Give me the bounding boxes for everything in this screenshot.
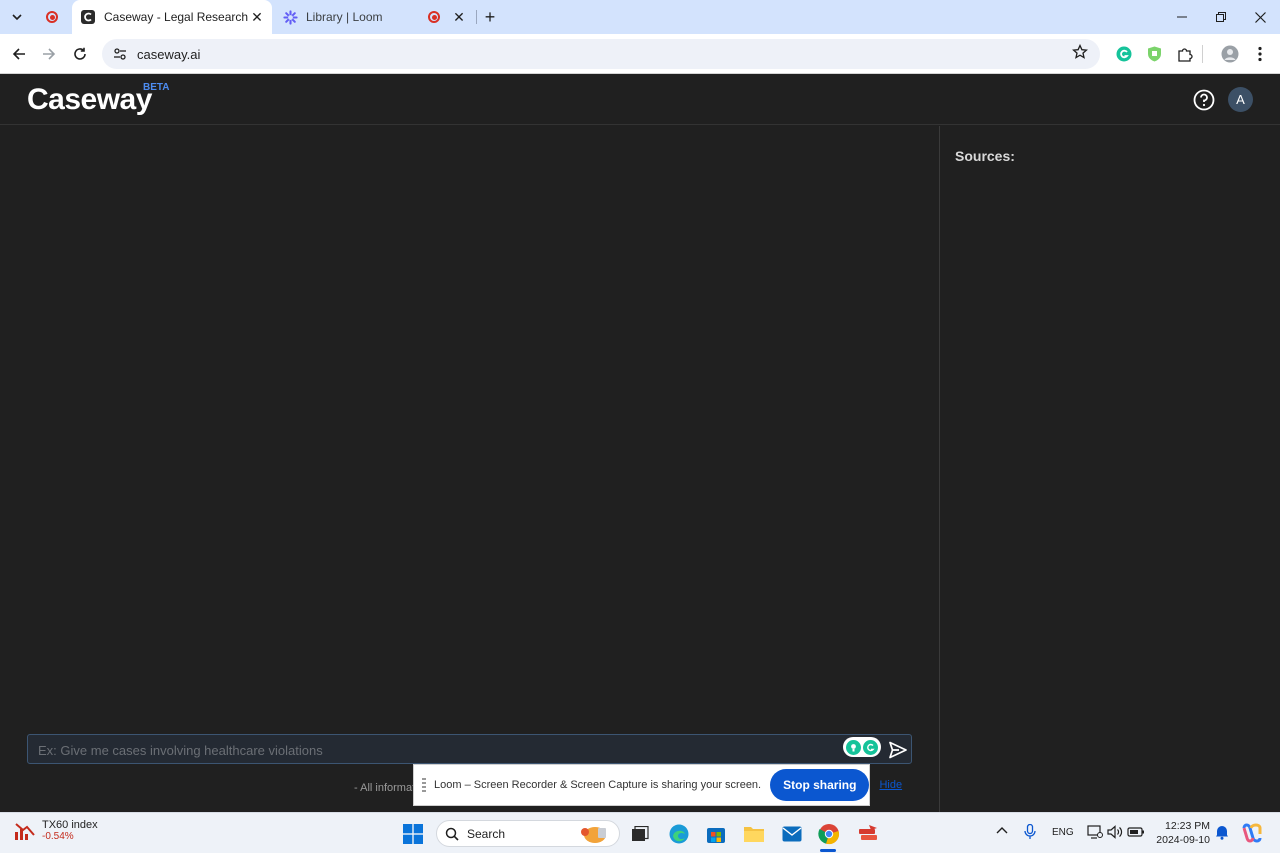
clock-date: 2024-09-10 [1156,834,1210,846]
grammarly-extension-icon[interactable] [1113,43,1135,65]
beta-badge: BETA [143,82,170,93]
volume-icon[interactable] [1107,824,1123,843]
task-view-icon[interactable] [628,822,652,846]
search-label: Search [467,826,506,841]
stock-widget[interactable]: TX60 index -0.54% [14,819,98,842]
site-info-icon[interactable] [106,47,134,61]
search-highlight-icon [581,826,606,843]
toolbar-separator [1202,45,1203,63]
chrome-icon[interactable] [817,822,841,846]
microsoft-store-icon[interactable] [704,822,728,846]
stop-sharing-button[interactable]: Stop sharing [770,769,870,801]
profile-avatar-icon[interactable] [1219,43,1241,65]
grammarly-widget[interactable] [843,737,881,757]
mail-icon[interactable] [780,822,804,846]
new-tab-button[interactable]: + [480,7,500,27]
close-window-button[interactable] [1240,0,1280,34]
chat-area: - All informat [0,126,939,812]
send-icon [889,741,907,759]
tab-loom-library[interactable]: Library | Loom ✕ [274,0,474,34]
help-icon[interactable] [1193,89,1215,111]
recording-icon [46,11,58,23]
arrow-left-icon [12,48,25,60]
notification-bell-icon[interactable] [1215,824,1229,843]
active-app-indicator [820,849,836,852]
user-avatar[interactable]: A [1228,87,1253,112]
minimize-icon [1177,16,1187,18]
show-hidden-icons-button[interactable] [996,825,1008,838]
edge-browser-icon[interactable] [667,822,691,846]
start-button[interactable] [401,822,425,846]
widget-title: TX60 index [42,819,98,831]
microphone-icon[interactable] [1024,823,1036,843]
app-header: Caseway BETA A [0,75,1280,125]
clock-time: 12:23 PM [1165,820,1210,832]
battery-icon[interactable] [1127,824,1145,843]
reload-icon [74,47,86,60]
network-icon[interactable] [1087,824,1103,843]
send-button[interactable] [888,740,908,760]
sources-panel: Sources: [939,126,1280,812]
arrow-right-icon [43,48,56,60]
widget-change: -0.54% [42,831,74,842]
recording-icon [428,11,440,23]
browser-toolbar: caseway.ai [0,34,1280,74]
query-box [27,734,912,764]
caseway-logo[interactable]: Caseway [27,83,152,117]
back-button[interactable] [7,42,31,66]
tab-title: Caseway - Legal Research AI [104,10,248,24]
close-tab-icon[interactable]: ✕ [450,8,468,26]
tab-search-button[interactable] [6,6,28,28]
reload-button[interactable] [68,42,92,66]
caseway-favicon-icon [80,9,96,25]
taskbar-search[interactable]: Search [436,820,620,847]
system-clock[interactable]: 12:23 PM 2024-09-10 [1152,819,1210,847]
loom-sharing-bar: Loom – Screen Recorder & Screen Capture … [413,764,902,806]
shield-extension-icon[interactable] [1143,43,1165,65]
taskbar: TX60 index -0.54% Search ENG 12:23 PM 20… [0,812,1280,853]
sources-title: Sources: [955,148,1015,164]
disclaimer-text: - All informat [354,782,416,794]
loom-favicon-icon [282,9,298,25]
close-icon [1254,11,1266,23]
restore-icon [1216,12,1226,22]
forward-button[interactable] [37,42,61,66]
tab-separator [476,10,477,24]
restore-button[interactable] [1201,0,1241,34]
grammarly-suggestion-icon [846,739,861,755]
query-input[interactable] [38,740,828,760]
url-text: caseway.ai [137,46,201,62]
chevron-up-icon [996,827,1008,834]
search-icon [445,827,459,841]
close-tab-icon[interactable]: ✕ [248,8,266,26]
tab-strip: Caseway - Legal Research AI ✕ Library | … [0,0,1280,34]
tab-title: Library | Loom [306,10,383,24]
loom-sharing-message: Loom – Screen Recorder & Screen Capture … [434,779,762,791]
red-app-icon[interactable] [856,822,880,846]
extensions-puzzle-icon[interactable] [1174,43,1196,65]
file-explorer-icon[interactable] [742,822,766,846]
minimize-button[interactable] [1162,0,1202,34]
windows-logo-icon [403,824,423,844]
address-bar[interactable]: caseway.ai [102,39,1100,69]
tab-pinned-recording[interactable] [34,0,70,34]
browser-menu-icon[interactable] [1249,43,1271,65]
grammarly-icon [863,739,878,755]
drag-handle-icon[interactable] [422,778,426,792]
hide-link[interactable]: Hide [879,779,902,791]
bookmark-star-icon[interactable] [1072,43,1088,65]
tab-caseway[interactable]: Caseway - Legal Research AI ✕ [72,0,272,34]
language-indicator[interactable]: ENG [1052,827,1074,838]
chevron-down-icon [12,14,22,21]
copilot-icon[interactable] [1241,822,1263,847]
stock-down-icon [15,822,35,840]
